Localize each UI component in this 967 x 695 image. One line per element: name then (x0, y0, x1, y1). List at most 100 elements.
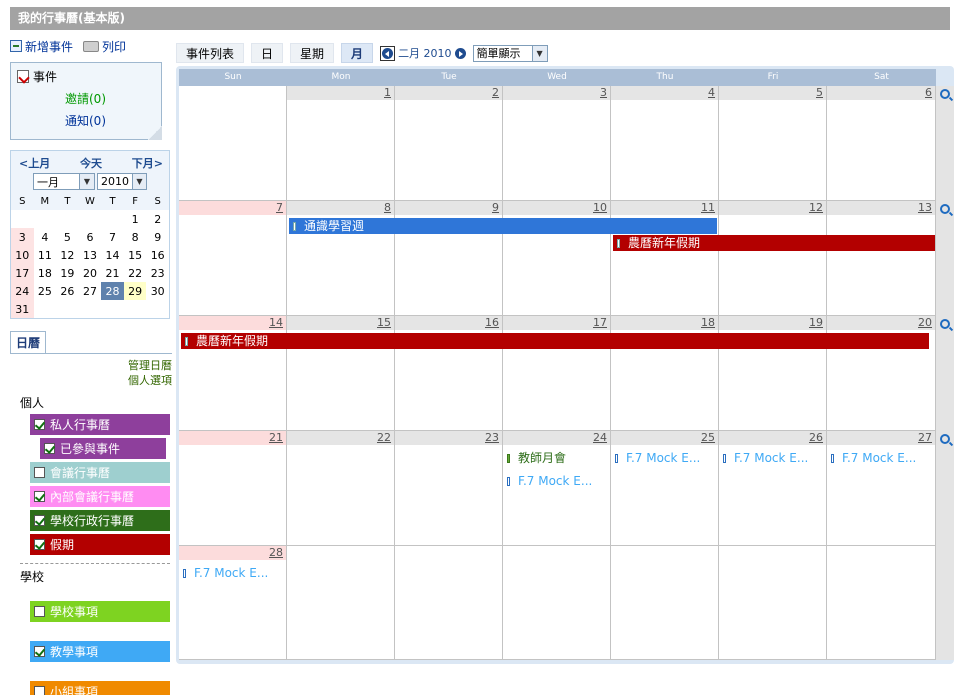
day-number[interactable]: 3 (503, 86, 610, 100)
mini-day-cell[interactable]: 23 (146, 264, 169, 282)
mini-day-cell[interactable]: 25 (34, 282, 57, 300)
day-number[interactable]: 18 (611, 316, 718, 330)
day-number[interactable]: 11 (611, 201, 718, 215)
month-select[interactable]: 一月 ▼ (33, 173, 95, 190)
mini-day-cell[interactable]: 18 (34, 264, 57, 282)
print-button[interactable]: 列印 (83, 38, 126, 55)
day-cell[interactable]: 22 (287, 431, 395, 546)
tab-event-list[interactable]: 事件列表 (176, 43, 245, 63)
mini-day-cell[interactable]: 20 (79, 264, 102, 282)
mini-day-cell[interactable]: 19 (56, 264, 79, 282)
mini-day-cell[interactable]: 9 (146, 228, 169, 246)
day-cell[interactable]: 1 (287, 86, 395, 201)
day-number[interactable]: 1 (287, 86, 394, 100)
calendar-event[interactable]: 農曆新年假期 (613, 235, 935, 251)
mini-day-cell[interactable]: 21 (101, 264, 124, 282)
day-number[interactable]: 4 (611, 86, 718, 100)
next-month-link[interactable]: 下月> (132, 155, 163, 171)
day-number[interactable]: 5 (719, 86, 826, 100)
day-number[interactable]: 27 (827, 431, 935, 445)
day-number[interactable]: 10 (503, 201, 610, 215)
day-number[interactable]: 21 (179, 431, 286, 445)
day-cell[interactable]: 7 (179, 201, 287, 316)
calendar-checkbox[interactable] (34, 686, 45, 695)
day-cell[interactable]: 12 (719, 201, 827, 316)
day-cell[interactable]: 23 (395, 431, 503, 546)
day-number[interactable]: 19 (719, 316, 826, 330)
zoom-week-icon[interactable] (940, 204, 950, 214)
day-number[interactable]: 14 (179, 316, 286, 330)
calendar-checkbox[interactable] (34, 419, 45, 430)
mini-day-cell[interactable]: 11 (34, 246, 57, 264)
prev-month-link[interactable]: <上月 (19, 155, 50, 171)
mini-day-cell[interactable]: 30 (146, 282, 169, 300)
day-cell[interactable]: 26 (719, 431, 827, 546)
calendar-item[interactable]: 會議行事曆 (30, 462, 170, 483)
mini-day-cell[interactable]: 12 (56, 246, 79, 264)
calendar-event[interactable]: F.7 Mock E... (831, 450, 931, 466)
calendar-item[interactable]: 已參與事件 (40, 438, 166, 459)
personal-options-link[interactable]: 個人選項 (10, 373, 172, 388)
day-number[interactable]: 17 (503, 316, 610, 330)
mini-day-cell[interactable]: 22 (124, 264, 147, 282)
day-cell[interactable]: 4 (611, 86, 719, 201)
calendar-item[interactable]: 內部會議行事曆 (30, 486, 170, 507)
tab-calendar[interactable]: 日曆 (10, 331, 47, 353)
mini-day-cell[interactable]: 7 (101, 228, 124, 246)
calendar-checkbox[interactable] (44, 443, 55, 454)
next-month-button[interactable] (454, 47, 466, 59)
calendar-event[interactable]: 通識學習週 (289, 218, 717, 234)
day-number[interactable]: 26 (719, 431, 826, 445)
mini-day-cell[interactable]: 28 (101, 282, 124, 300)
tab-day[interactable]: 日 (251, 43, 284, 63)
calendar-checkbox[interactable] (34, 646, 45, 657)
day-number[interactable]: 12 (719, 201, 826, 215)
day-number[interactable]: 28 (179, 546, 286, 560)
invite-link[interactable]: 邀請(0) (65, 90, 155, 107)
day-number[interactable]: 8 (287, 201, 394, 215)
day-cell[interactable]: 25 (611, 431, 719, 546)
tab-week[interactable]: 星期 (290, 43, 335, 63)
mini-day-cell[interactable]: 17 (11, 264, 34, 282)
day-number[interactable]: 2 (395, 86, 502, 100)
calendar-item[interactable]: 假期 (30, 534, 170, 555)
mini-day-cell[interactable]: 26 (56, 282, 79, 300)
mini-day-cell[interactable]: 6 (79, 228, 102, 246)
calendar-item[interactable]: 教學事項 (30, 641, 170, 662)
day-cell[interactable]: 28 (179, 546, 287, 660)
day-number[interactable]: 7 (179, 201, 286, 215)
new-event-button[interactable]: 新增事件 (10, 38, 73, 55)
day-number[interactable]: 6 (827, 86, 935, 100)
manage-calendar-link[interactable]: 管理日曆 (10, 358, 172, 373)
day-number[interactable]: 16 (395, 316, 502, 330)
tab-month[interactable]: 月 (341, 43, 374, 63)
calendar-checkbox[interactable] (34, 491, 45, 502)
day-number[interactable]: 9 (395, 201, 502, 215)
notify-link[interactable]: 通知(0) (65, 112, 155, 129)
day-cell[interactable]: 27 (827, 431, 936, 546)
mini-day-cell[interactable]: 29 (123, 282, 147, 300)
day-cell[interactable]: 2 (395, 86, 503, 201)
day-cell[interactable]: 3 (503, 86, 611, 201)
calendar-checkbox[interactable] (34, 539, 45, 550)
mini-day-cell[interactable]: 15 (124, 246, 147, 264)
day-cell[interactable]: 21 (179, 431, 287, 546)
calendar-event[interactable]: F.7 Mock E... (615, 450, 715, 466)
day-number[interactable]: 25 (611, 431, 718, 445)
calendar-checkbox[interactable] (34, 606, 45, 617)
zoom-week-icon[interactable] (940, 434, 950, 444)
mini-day-cell[interactable]: 8 (124, 228, 147, 246)
mini-day-cell[interactable]: 1 (124, 210, 147, 228)
calendar-event[interactable]: F.7 Mock E... (507, 473, 607, 489)
mini-day-cell[interactable]: 14 (101, 246, 124, 264)
mini-day-cell[interactable]: 2 (146, 210, 169, 228)
mini-day-cell[interactable]: 4 (34, 228, 57, 246)
zoom-week-icon[interactable] (940, 319, 950, 329)
mini-day-cell[interactable]: 3 (11, 228, 34, 246)
day-number[interactable]: 24 (503, 431, 610, 445)
prev-month-button[interactable] (380, 45, 396, 61)
mini-day-cell[interactable]: 31 (11, 300, 34, 318)
day-number[interactable]: 23 (395, 431, 502, 445)
day-number[interactable]: 13 (827, 201, 935, 215)
calendar-item[interactable]: 學校行政行事曆 (30, 510, 170, 531)
